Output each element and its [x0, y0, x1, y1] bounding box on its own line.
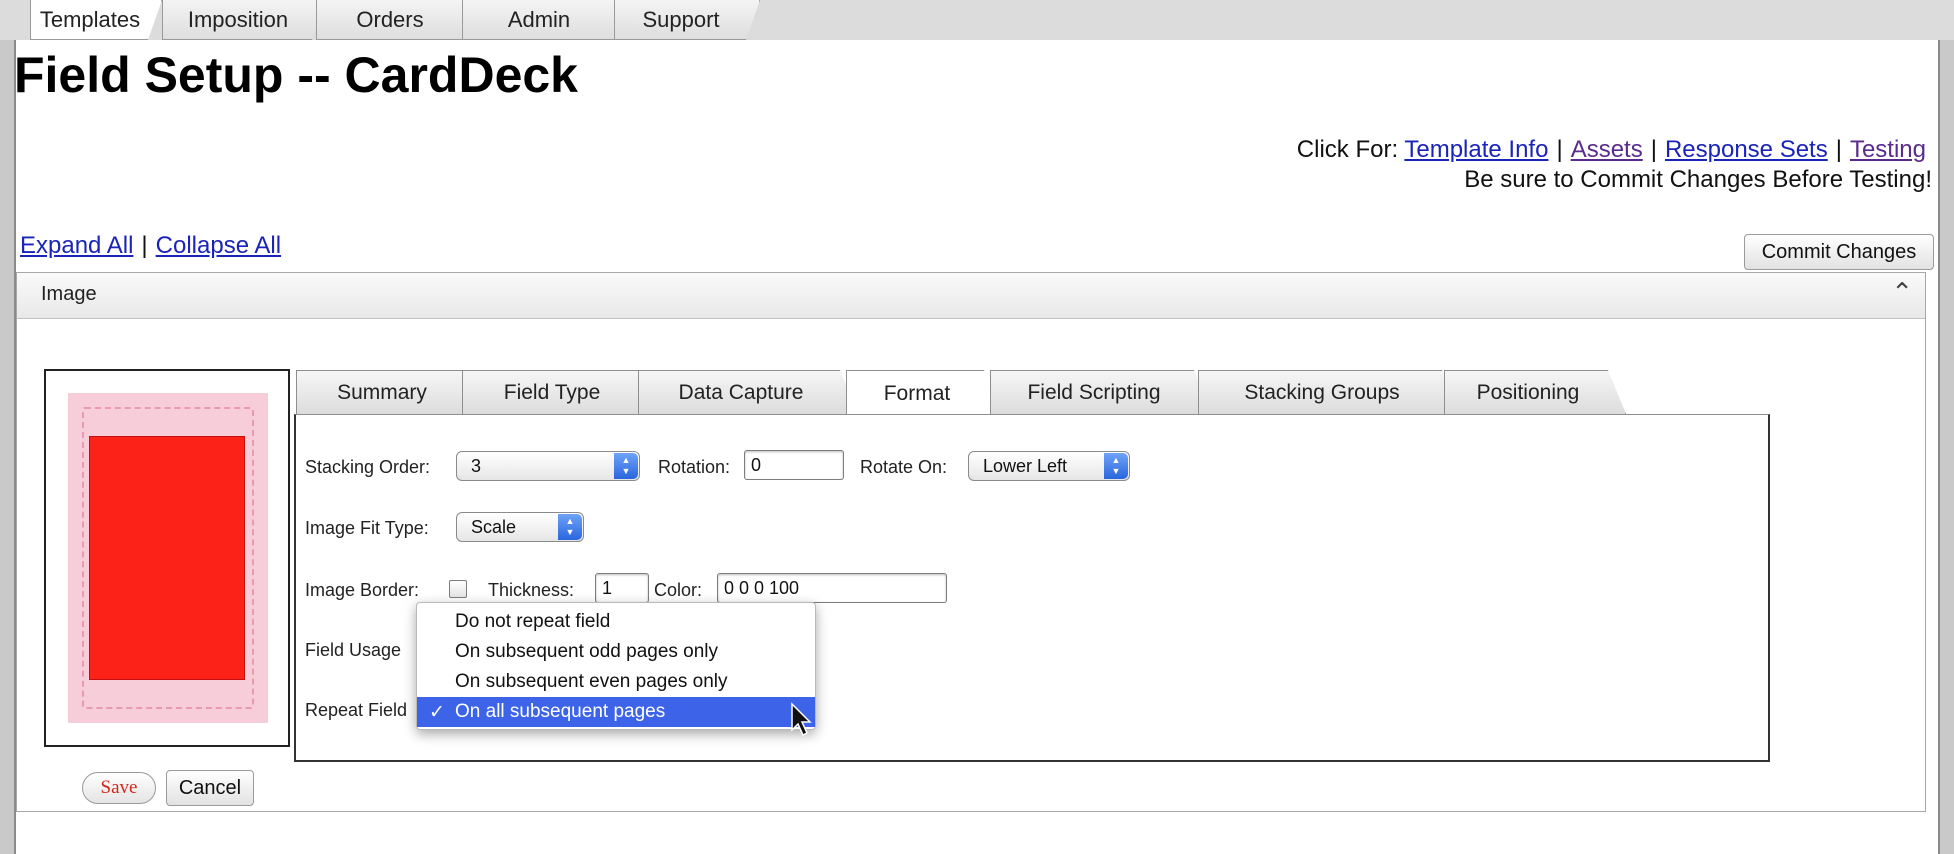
link-separator: |	[1650, 136, 1657, 163]
color-label: Color:	[654, 580, 703, 600]
expand-all-link[interactable]: Expand All	[20, 232, 133, 259]
menu-item-odd-pages[interactable]: On subsequent odd pages only	[417, 637, 815, 667]
tab-imposition[interactable]: Imposition	[162, 0, 326, 40]
rotate-on-select[interactable]: Lower Left ▲ ▼	[968, 451, 1130, 481]
tab-templates[interactable]: Templates	[30, 0, 162, 40]
mouse-pointer-icon	[791, 702, 812, 737]
rotation-label: Rotation:	[658, 457, 731, 477]
panel-header[interactable]: Image ⌃	[17, 273, 1925, 319]
tab-stacking-groups[interactable]: Stacking Groups	[1198, 370, 1460, 414]
select-arrows-icon: ▲ ▼	[558, 514, 582, 540]
menu-item-label: On all subsequent pages	[455, 701, 666, 722]
page-title: Field Setup -- CardDeck	[14, 47, 578, 103]
cancel-button[interactable]: Cancel	[166, 770, 254, 806]
tab-summary[interactable]: Summary	[296, 370, 482, 414]
rotate-on-label: Rotate On:	[860, 457, 948, 477]
tab-data-capture[interactable]: Data Capture	[638, 370, 858, 414]
link-separator: |	[1835, 136, 1842, 163]
image-field-preview	[89, 436, 245, 680]
response-sets-link[interactable]: Response Sets	[1665, 136, 1828, 163]
rotate-on-value: Lower Left	[983, 456, 1068, 476]
tab-format[interactable]: Format	[846, 370, 1002, 416]
checkmark-icon: ✓	[429, 702, 445, 723]
tab-positioning[interactable]: Positioning	[1444, 370, 1626, 414]
tab-support[interactable]: Support	[614, 0, 760, 40]
testing-link[interactable]: Testing	[1850, 136, 1926, 163]
expand-collapse-links: Expand All | Collapse All	[20, 232, 281, 260]
thickness-label: Thickness:	[488, 580, 575, 600]
link-separator: |	[1556, 136, 1563, 163]
tab-orders[interactable]: Orders	[316, 0, 476, 40]
image-preview	[44, 369, 290, 747]
image-fit-label: Image Fit Type:	[305, 518, 429, 538]
image-border-checkbox[interactable]	[449, 580, 467, 598]
template-info-link[interactable]: Template Info	[1404, 136, 1548, 163]
commit-warning: Be sure to Commit Changes Before Testing…	[1464, 166, 1932, 193]
panel-title: Image	[41, 283, 97, 305]
rotation-input[interactable]: 0	[744, 450, 844, 480]
assets-link[interactable]: Assets	[1571, 136, 1643, 163]
menu-item-all-pages[interactable]: ✓ On all subsequent pages	[417, 697, 815, 727]
click-for-label: Click For:	[1296, 136, 1399, 163]
stacking-order-label: Stacking Order:	[305, 457, 431, 477]
tab-field-type[interactable]: Field Type	[462, 370, 656, 414]
collapse-all-link[interactable]: Collapse All	[156, 232, 281, 259]
card-preview	[68, 393, 268, 723]
select-arrows-icon: ▲ ▼	[614, 453, 638, 479]
color-input[interactable]: 0 0 0 100	[717, 573, 947, 603]
repeat-field-dropdown-menu: Do not repeat field On subsequent odd pa…	[416, 602, 816, 730]
menu-item-label: On subsequent even pages only	[455, 671, 728, 692]
quick-links: Click For: Template Info | Assets | Response…	[1297, 136, 1926, 164]
top-tab-bar: Templates Imposition Orders Admin Suppor…	[0, 0, 1954, 40]
menu-item-no-repeat[interactable]: Do not repeat field	[417, 607, 815, 637]
tab-admin[interactable]: Admin	[462, 0, 628, 40]
link-separator: |	[141, 232, 148, 259]
select-arrows-icon: ▲ ▼	[1104, 453, 1128, 479]
menu-item-even-pages[interactable]: On subsequent even pages only	[417, 667, 815, 697]
menu-item-label: On subsequent odd pages only	[455, 641, 719, 662]
image-fit-value: Scale	[471, 517, 517, 537]
repeat-field-label: Repeat Field	[305, 700, 408, 720]
tab-field-scripting[interactable]: Field Scripting	[990, 370, 1212, 414]
stacking-order-value: 3	[471, 456, 482, 476]
field-usage-label: Field Usage	[305, 640, 402, 660]
stacking-order-select[interactable]: 3 ▲ ▼	[456, 451, 640, 481]
commit-changes-button[interactable]: Commit Changes	[1744, 234, 1934, 270]
thickness-input[interactable]: 1	[595, 573, 649, 603]
chevron-up-icon[interactable]: ⌃	[1891, 277, 1913, 308]
image-fit-select[interactable]: Scale ▲ ▼	[456, 512, 584, 542]
menu-item-label: Do not repeat field	[455, 611, 611, 632]
save-button[interactable]: Save	[82, 772, 156, 804]
image-border-label: Image Border:	[305, 580, 420, 600]
